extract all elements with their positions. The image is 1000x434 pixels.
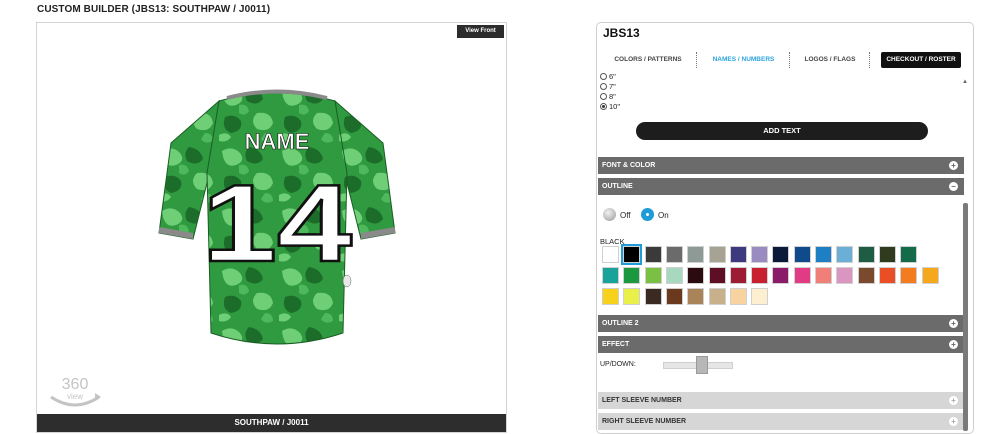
- color-swatch[interactable]: [836, 246, 854, 263]
- tab-separator: [789, 52, 790, 68]
- tab-logos-flags[interactable]: LOGOS / FLAGS: [794, 52, 866, 68]
- color-swatch[interactable]: [644, 288, 662, 305]
- tab-colors-patterns[interactable]: COLORS / PATTERNS: [603, 52, 693, 68]
- color-swatch[interactable]: [772, 267, 790, 284]
- size-option-8[interactable]: 8": [600, 92, 616, 101]
- view-front-button[interactable]: View Front: [457, 25, 504, 38]
- collapse-minus-icon: −: [949, 182, 958, 191]
- expand-plus-icon: +: [949, 417, 958, 426]
- effect-slider-handle[interactable]: [695, 356, 708, 374]
- radio-button: [600, 93, 607, 100]
- outline-on-option[interactable]: On: [641, 208, 669, 222]
- rotate-360-icon: 360 view: [50, 376, 101, 407]
- page-title: CUSTOM BUILDER (JBS13: SOUTHPAW / J0011): [37, 4, 271, 15]
- color-swatch[interactable]: [900, 267, 918, 284]
- color-swatch[interactable]: [793, 246, 811, 263]
- jersey-name-text: NAME: [245, 129, 310, 154]
- jersey-number-text: 14: [202, 162, 352, 285]
- color-swatch[interactable]: [665, 267, 683, 284]
- color-swatch[interactable]: [602, 288, 619, 305]
- tab-checkout-roster[interactable]: CHECKOUT / ROSTER: [881, 52, 961, 68]
- jersey-image: NAME 14: [158, 89, 396, 345]
- size-option-10[interactable]: 10": [600, 102, 620, 111]
- color-swatch[interactable]: [644, 246, 662, 263]
- radio-button: [600, 83, 607, 90]
- expand-plus-icon: +: [949, 161, 958, 170]
- color-swatch[interactable]: [708, 267, 726, 284]
- builder-panel: JBS13 COLORS / PATTERNS NAMES / NUMBERS …: [596, 22, 974, 434]
- scrollbar-thumb[interactable]: [963, 203, 968, 431]
- section-right-sleeve-number[interactable]: RIGHT SLEEVE NUMBER +: [598, 413, 964, 430]
- 360-view-button[interactable]: 360 view: [45, 373, 105, 418]
- tab-separator: [869, 52, 870, 68]
- section-font-color[interactable]: FONT & COLOR +: [598, 157, 964, 174]
- expand-plus-icon: +: [949, 396, 958, 405]
- section-outline-2[interactable]: OUTLINE 2 +: [598, 315, 964, 332]
- color-swatch[interactable]: [729, 267, 747, 284]
- radio-on-icon: [641, 208, 654, 221]
- effect-slider-label: UP/DOWN:: [600, 361, 636, 368]
- color-swatch[interactable]: [857, 246, 875, 263]
- color-swatch[interactable]: [623, 267, 641, 284]
- color-swatch[interactable]: [621, 244, 643, 265]
- color-swatch[interactable]: [602, 246, 619, 263]
- color-swatch[interactable]: [665, 246, 683, 263]
- selected-color-name: BLACK: [600, 237, 625, 246]
- section-effect[interactable]: EFFECT +: [598, 336, 964, 353]
- color-swatch[interactable]: [708, 288, 726, 305]
- color-swatch[interactable]: [772, 246, 790, 263]
- color-swatch[interactable]: [644, 267, 662, 284]
- color-swatch[interactable]: [751, 288, 769, 305]
- scroll-up-arrow-icon[interactable]: ▲: [962, 79, 968, 85]
- color-swatch[interactable]: [921, 267, 939, 284]
- tab-separator: [696, 52, 697, 68]
- color-swatch[interactable]: [815, 246, 832, 263]
- section-left-sleeve-number[interactable]: LEFT SLEEVE NUMBER +: [598, 392, 964, 409]
- size-option-6[interactable]: 6": [600, 73, 616, 81]
- color-swatch[interactable]: [687, 267, 705, 284]
- color-swatch[interactable]: [687, 288, 705, 305]
- radio-off-icon: [603, 208, 616, 221]
- expand-plus-icon: +: [949, 319, 958, 328]
- color-swatch[interactable]: [729, 288, 747, 305]
- preview-footer: SOUTHPAW / J0011: [37, 414, 506, 432]
- expand-plus-icon: +: [949, 340, 958, 349]
- color-swatch[interactable]: [623, 288, 641, 305]
- radio-button-selected: [600, 103, 607, 110]
- radio-button: [600, 73, 607, 80]
- add-text-button[interactable]: ADD TEXT: [636, 122, 928, 140]
- color-swatch[interactable]: [687, 246, 705, 263]
- color-swatch[interactable]: [729, 246, 747, 263]
- color-swatch[interactable]: [602, 267, 619, 284]
- size-option-7[interactable]: 7": [600, 82, 616, 91]
- color-swatch[interactable]: [708, 246, 726, 263]
- options-scroll-area: 6" 7" 8" 10" ADD TEXT FONT & COLOR + OUTL…: [597, 73, 965, 433]
- color-swatch[interactable]: [751, 267, 769, 284]
- color-swatch[interactable]: [878, 267, 896, 284]
- color-swatch[interactable]: [857, 267, 875, 284]
- color-swatch[interactable]: [751, 246, 769, 263]
- outline-off-option[interactable]: Off: [603, 208, 631, 222]
- panel-title: JBS13: [603, 26, 640, 40]
- tab-names-numbers[interactable]: NAMES / NUMBERS: [701, 52, 786, 68]
- tab-bar: COLORS / PATTERNS NAMES / NUMBERS LOGOS …: [597, 49, 973, 71]
- svg-text:view: view: [67, 392, 83, 401]
- section-outline[interactable]: OUTLINE −: [598, 178, 964, 195]
- color-swatch[interactable]: [793, 267, 811, 284]
- color-swatch[interactable]: [900, 246, 918, 263]
- color-swatch[interactable]: [665, 288, 683, 305]
- jersey-preview-panel: View Front NAME 14 360 view SOUTHPAW / J…: [36, 22, 507, 433]
- color-swatch[interactable]: [836, 267, 854, 284]
- svg-text:360: 360: [62, 376, 89, 393]
- color-swatch[interactable]: [815, 267, 832, 284]
- color-swatch[interactable]: [878, 246, 896, 263]
